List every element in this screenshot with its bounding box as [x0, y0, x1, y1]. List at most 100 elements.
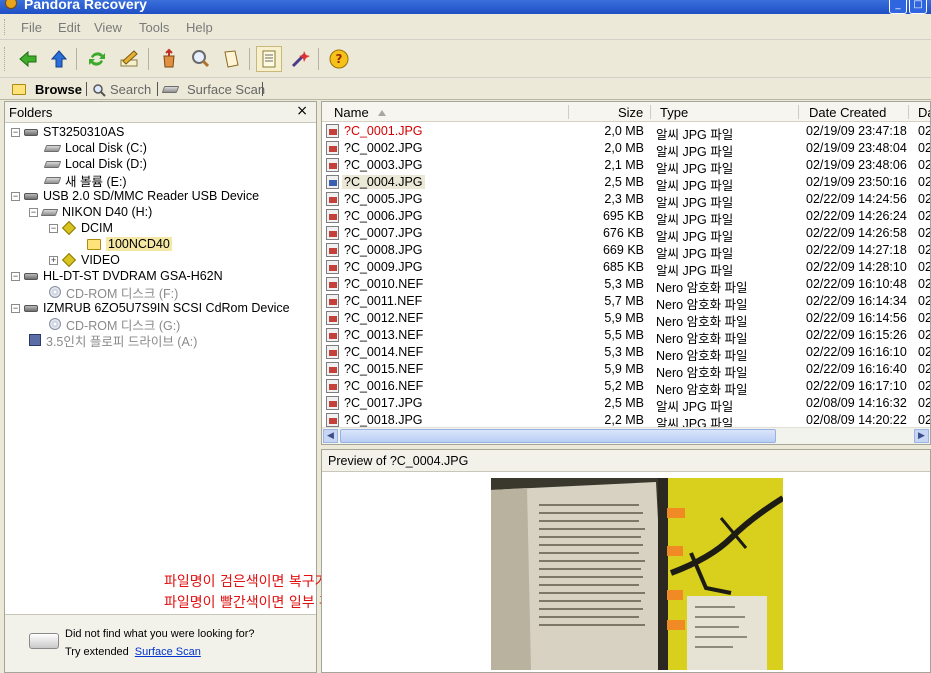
- tree-item-usb-reader[interactable]: − USB 2.0 SD/MMC Reader USB Device: [11, 188, 259, 204]
- collapse-icon[interactable]: −: [11, 271, 20, 281]
- maximize-button[interactable]: □: [909, 0, 927, 14]
- file-row[interactable]: ?C_0008.JPG 669 KB 알씨 JPG 파일 02/22/09 14:27…: [322, 242, 930, 261]
- file-name: ?C_0008.JPG: [344, 243, 423, 257]
- column-divider[interactable]: [568, 105, 569, 119]
- file-row[interactable]: ?C_0012.NEF 5,9 MB Nero 암호화 파일 02/22/09 16:…: [322, 310, 930, 329]
- tab-search[interactable]: Search: [92, 81, 151, 98]
- back-button[interactable]: [15, 46, 41, 72]
- toolbar-grip[interactable]: [4, 47, 7, 71]
- file-row[interactable]: ?C_0004.JPG 2,5 MB 알씨 JPG 파일 02/19/09 23:50…: [322, 174, 930, 193]
- file-row[interactable]: ?C_0007.JPG 676 KB 알씨 JPG 파일 02/22/09 14:26…: [322, 225, 930, 244]
- file-row[interactable]: ?C_0009.JPG 685 KB 알씨 JPG 파일 02/22/09 14:28…: [322, 259, 930, 278]
- file-row[interactable]: ?C_0010.NEF 5,3 MB Nero 암호화 파일 02/22/09 16:…: [322, 276, 930, 295]
- scroll-right-arrow-icon[interactable]: ▶: [914, 429, 929, 443]
- file-row[interactable]: ?C_0011.NEF 5,7 MB Nero 암호화 파일 02/22/09 16:…: [322, 293, 930, 312]
- file-date-extra: 02/: [918, 209, 930, 223]
- file-date-created: 02/22/09 14:28:10: [806, 260, 907, 274]
- file-row[interactable]: ?C_0013.NEF 5,5 MB Nero 암호화 파일 02/22/09 16:…: [322, 327, 930, 346]
- menu-tools[interactable]: Tools: [139, 20, 169, 35]
- cd-icon: [49, 318, 61, 330]
- close-pane-button[interactable]: ×: [296, 103, 308, 119]
- scroll-left-arrow-icon[interactable]: ◀: [323, 429, 338, 443]
- column-extra-header[interactable]: Da: [918, 105, 930, 120]
- search-button[interactable]: [187, 46, 213, 72]
- tree-item-video[interactable]: + VIDEO: [49, 252, 120, 268]
- column-divider[interactable]: [798, 105, 799, 119]
- file-row[interactable]: ?C_0016.NEF 5,2 MB Nero 암호화 파일 02/22/09 16:…: [322, 378, 930, 397]
- tree-item-nikon-d40[interactable]: − NIKON D40 (H:): [29, 204, 152, 220]
- file-date-extra: 02/: [918, 413, 930, 427]
- tree-item-st3250310as[interactable]: − ST3250310AS: [11, 124, 124, 140]
- properties-icon: [262, 50, 276, 68]
- file-date-created: 02/22/09 16:16:10: [806, 345, 907, 359]
- tree-item-label: 새 볼륨 (E:): [65, 174, 127, 189]
- window-title: Pandora Recovery: [24, 0, 147, 12]
- file-row[interactable]: ?C_0014.NEF 5,3 MB Nero 암호화 파일 02/22/09 16:…: [322, 344, 930, 363]
- horizontal-scrollbar[interactable]: ◀ ▶: [322, 427, 930, 444]
- collapse-icon[interactable]: −: [49, 223, 58, 233]
- menu-grip[interactable]: [4, 19, 7, 35]
- help-button[interactable]: ?: [326, 46, 352, 72]
- tree-item-local-disk-c[interactable]: Local Disk (C:): [43, 140, 147, 156]
- jpg-file-icon: [326, 260, 339, 274]
- column-divider[interactable]: [908, 105, 909, 119]
- collapse-icon[interactable]: −: [11, 191, 20, 201]
- column-date-header[interactable]: Date Created: [809, 105, 886, 120]
- expand-icon[interactable]: +: [49, 255, 58, 265]
- toolbar-separator: [148, 48, 149, 70]
- recover-button[interactable]: [156, 46, 182, 72]
- view-page-button[interactable]: [218, 46, 244, 72]
- collapse-icon[interactable]: −: [11, 303, 20, 313]
- tree-item-100ncd40[interactable]: 100NCD40: [87, 236, 172, 252]
- file-date-extra: 02/: [918, 175, 930, 189]
- file-date-extra: 02/: [918, 328, 930, 342]
- tree-item-floppy-a[interactable]: 3.5인치 플로피 드라이브 (A:): [29, 332, 197, 349]
- menu-help[interactable]: Help: [186, 20, 213, 35]
- collapse-icon[interactable]: −: [11, 127, 20, 137]
- annotation-recoverable: 파일명이 검은색이면 복구가능: [164, 574, 341, 590]
- file-size: 676 KB: [602, 226, 644, 240]
- tree-item-volume-e[interactable]: 새 볼륨 (E:): [43, 172, 127, 189]
- column-name-header[interactable]: Name: [334, 105, 369, 120]
- wizard-button[interactable]: [287, 46, 313, 72]
- tab-separator: [157, 82, 158, 96]
- surface-scan-link[interactable]: Surface Scan: [135, 646, 201, 658]
- toolbar-separator: [249, 48, 250, 70]
- help-icon: ?: [329, 49, 349, 69]
- file-row[interactable]: ?C_0006.JPG 695 KB 알씨 JPG 파일 02/22/09 14:26…: [322, 208, 930, 227]
- preview-photo: [491, 478, 783, 670]
- hint-question: Did not find what you were looking for?: [65, 628, 255, 640]
- collapse-icon[interactable]: −: [29, 207, 38, 217]
- up-button[interactable]: [46, 46, 72, 72]
- file-name: ?C_0012.NEF: [344, 311, 424, 325]
- jpg-file-icon: [326, 124, 339, 138]
- column-divider[interactable]: [650, 105, 651, 119]
- tree-item-cdrom-f[interactable]: CD-ROM 디스크 (F:): [49, 284, 178, 301]
- scrollbar-thumb[interactable]: [340, 429, 776, 443]
- column-type-header[interactable]: Type: [660, 105, 688, 120]
- file-name: ?C_0017.JPG: [344, 396, 423, 410]
- menu-edit[interactable]: Edit: [58, 20, 80, 35]
- file-row[interactable]: ?C_0017.JPG 2,5 MB 알씨 JPG 파일 02/08/09 14:16…: [322, 395, 930, 414]
- refresh-icon: [89, 52, 105, 66]
- minimize-button[interactable]: _: [889, 0, 907, 14]
- column-size-header[interactable]: Size: [618, 105, 643, 120]
- refresh-button[interactable]: [84, 46, 110, 72]
- tree-item-dcim[interactable]: − DCIM: [49, 220, 113, 236]
- jpg-file-icon: [326, 243, 339, 257]
- tab-surface-scan[interactable]: Surface Scan: [161, 81, 265, 98]
- properties-button[interactable]: [256, 46, 282, 72]
- folder-icon: [61, 252, 77, 268]
- file-row[interactable]: ?C_0001.JPG 2,0 MB 알씨 JPG 파일 02/19/09 23:47…: [322, 123, 930, 142]
- nef-file-icon: [326, 379, 339, 393]
- file-row[interactable]: ?C_0005.JPG 2,3 MB 알씨 JPG 파일 02/22/09 14:24…: [322, 191, 930, 210]
- tab-browse[interactable]: Browse: [12, 81, 82, 98]
- menu-file[interactable]: File: [21, 20, 42, 35]
- disk-icon: [43, 176, 62, 184]
- rename-button[interactable]: [116, 46, 142, 72]
- file-row[interactable]: ?C_0015.NEF 5,9 MB Nero 암호화 파일 02/22/09 16:…: [322, 361, 930, 380]
- menu-view[interactable]: View: [94, 20, 122, 35]
- optical-drive-icon: [24, 304, 38, 312]
- file-row[interactable]: ?C_0002.JPG 2,0 MB 알씨 JPG 파일 02/19/09 23:48…: [322, 140, 930, 159]
- file-row[interactable]: ?C_0003.JPG 2,1 MB 알씨 JPG 파일 02/19/09 23:48…: [322, 157, 930, 176]
